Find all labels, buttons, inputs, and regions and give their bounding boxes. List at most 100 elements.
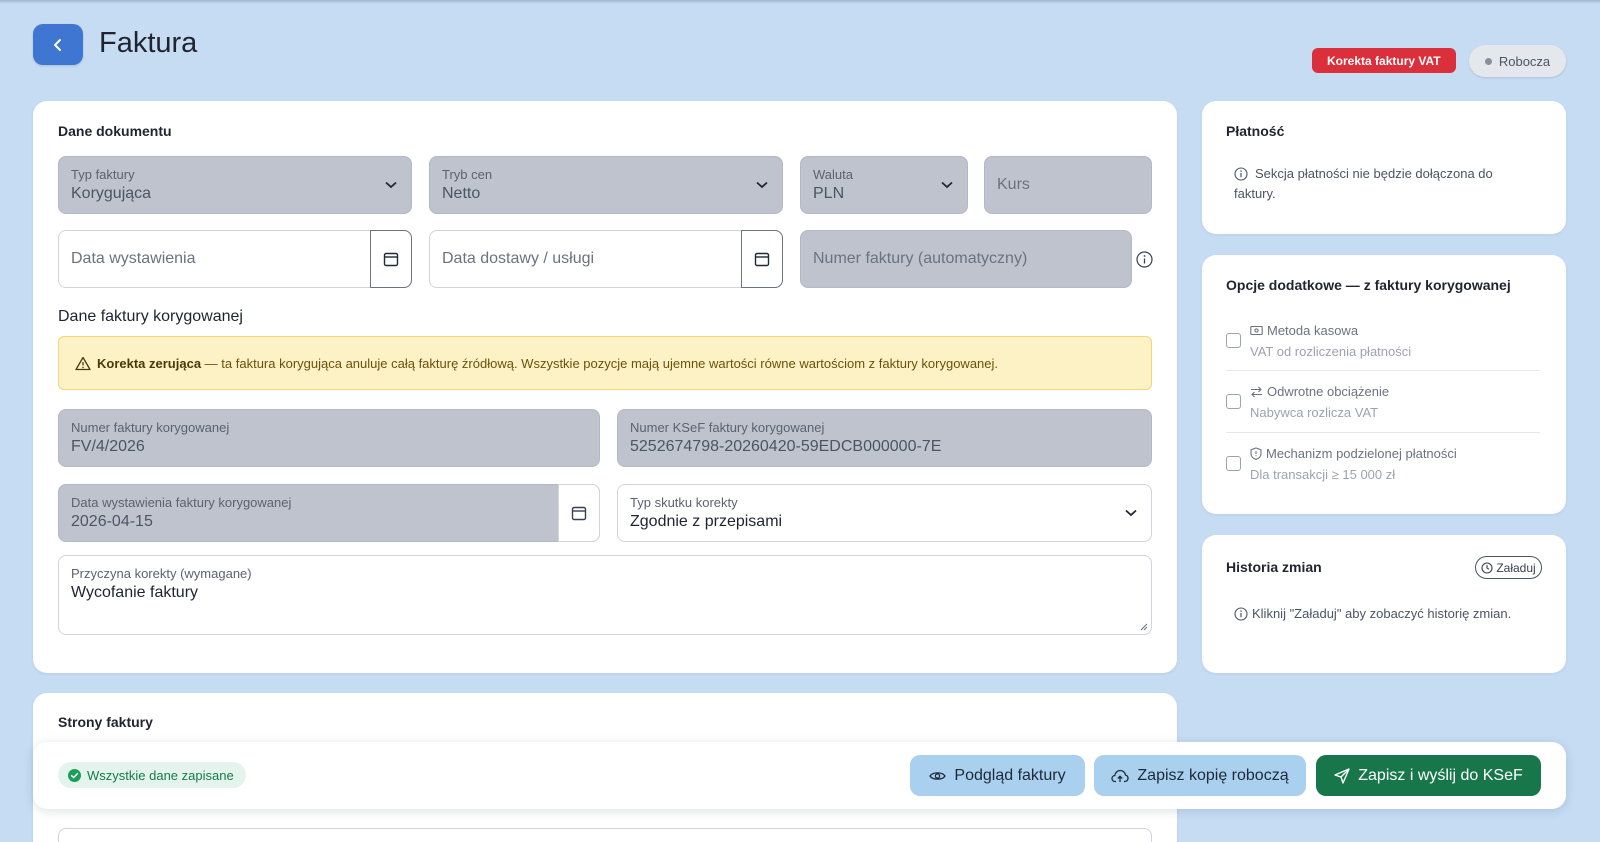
save-draft-button[interactable]: Zapisz kopię roboczą [1094, 755, 1306, 796]
split-payment-label: Mechanizm podzielonej płatności [1266, 446, 1457, 461]
corrected-number-input: Numer faktury korygowanej FV/4/2026 [58, 409, 600, 467]
options-title: Opcje dodatkowe — z faktury korygowanej [1226, 277, 1511, 293]
parties-section-title: Strony faktury [58, 714, 153, 730]
parties-field-edge [58, 828, 1152, 842]
correction-reason-value: Wycofanie faktury [71, 584, 199, 601]
option-split-payment[interactable]: Mechanizm podzielonej płatności Dla tran… [1226, 446, 1514, 488]
corrected-issue-date-label: Data wystawienia faktury korygowanej [71, 495, 292, 510]
cash-method-checkbox[interactable] [1226, 333, 1241, 348]
chevron-down-icon [1125, 509, 1137, 517]
cloud-upload-icon [1111, 769, 1130, 782]
calendar-icon [383, 252, 399, 267]
zeroing-correction-warning: Korekta zerująca — ta faktura korygująca… [58, 336, 1152, 390]
cash-method-title: Metoda kasowa [1250, 323, 1358, 338]
corrected-ksef-input: Numer KSeF faktury korygowanej 525267479… [617, 409, 1152, 467]
corrected-issue-date-calendar-button[interactable] [558, 484, 600, 542]
calendar-icon [754, 252, 770, 267]
history-load-label: Załaduj [1496, 560, 1536, 575]
split-payment-checkbox[interactable] [1226, 456, 1241, 471]
status-badge: Robocza [1469, 45, 1566, 77]
correction-effect-label: Typ skutku korekty [630, 495, 738, 510]
save-and-send-label: Zapisz i wyślij do KSeF [1358, 766, 1523, 784]
check-circle-icon [68, 768, 81, 782]
save-status-pill: Wszystkie dane zapisane [58, 762, 246, 788]
warning-bold: Korekta zerująca [97, 355, 202, 371]
swap-arrows-icon [1251, 386, 1262, 397]
corrected-issue-date-value: 2026-04-15 [71, 513, 153, 530]
cash-method-desc: VAT od rozliczenia płatności [1250, 344, 1412, 359]
payment-title: Płatność [1226, 123, 1285, 139]
chevron-down-icon [756, 181, 768, 189]
clock-icon [1481, 561, 1493, 574]
options-divider [1226, 432, 1540, 433]
correction-reason-textarea[interactable]: Przyczyna korekty (wymagane) Wycofanie f… [58, 555, 1152, 635]
correction-reason-label: Przyczyna korekty (wymagane) [71, 566, 252, 581]
invoice-number-input: Numer faktury (automatyczny) [800, 230, 1132, 288]
history-load-button[interactable]: Załaduj [1475, 556, 1542, 579]
currency-value: PLN [813, 185, 845, 202]
eye-icon [929, 771, 947, 780]
payment-info-text: Sekcja płatności nie będzie dołączona do… [1234, 166, 1493, 201]
corrected-issue-date-input: Data wystawienia faktury korygowanej 202… [58, 484, 600, 542]
issue-date-placeholder: Data wystawienia [71, 250, 196, 267]
top-shade [0, 0, 1600, 4]
cash-icon [1250, 325, 1263, 336]
info-icon[interactable] [1136, 251, 1153, 268]
corrected-ksef-value: 5252674798-20260420-59EDCB000000-7E [630, 438, 942, 455]
price-mode-value: Netto [442, 185, 481, 202]
rate-placeholder: Kurs [997, 176, 1030, 193]
warning-icon [75, 356, 91, 370]
price-mode-label: Tryb cen [442, 167, 493, 182]
preview-invoice-button[interactable]: Podgląd faktury [910, 755, 1085, 796]
chevron-down-icon [941, 181, 953, 189]
rate-input[interactable]: Kurs [984, 156, 1152, 214]
back-button[interactable] [33, 24, 83, 65]
correction-effect-value: Zgodnie z przepisami [630, 513, 783, 530]
delivery-date-placeholder: Data dostawy / usługi [442, 250, 595, 267]
corrected-number-label: Numer faktury korygowanej [71, 420, 230, 435]
preview-invoice-label: Podgląd faktury [954, 766, 1066, 784]
reverse-charge-checkbox[interactable] [1226, 394, 1241, 409]
document-section-title: Dane dokumentu [58, 123, 172, 139]
option-reverse-charge[interactable]: Odwrotne obciążenie Nabywca rozlicza VAT [1226, 384, 1514, 426]
warning-text: Korekta zerująca — ta faktura korygująca… [97, 356, 998, 371]
delivery-date-calendar-button[interactable] [741, 230, 783, 288]
invoice-type-select[interactable]: Typ faktury Korygująca [58, 156, 412, 214]
invoice-type-value: Korygująca [71, 185, 152, 202]
cash-method-label: Metoda kasowa [1267, 323, 1359, 338]
calendar-icon [571, 506, 587, 521]
invoice-number-placeholder: Numer faktury (automatyczny) [813, 250, 1028, 267]
save-and-send-button[interactable]: Zapisz i wyślij do KSeF [1316, 755, 1541, 796]
corrected-section-title: Dane faktury korygowanej [58, 308, 243, 325]
split-payment-desc: Dla transakcji ≥ 15 000 zł [1250, 467, 1396, 482]
options-divider [1226, 370, 1540, 371]
save-status-label: Wszystkie dane zapisane [87, 767, 234, 783]
send-icon [1334, 767, 1350, 784]
option-cash-method[interactable]: Metoda kasowa VAT od rozliczenia płatnoś… [1226, 323, 1514, 365]
status-dot-icon [1484, 57, 1492, 65]
correction-badge: Korekta faktury VAT [1312, 48, 1456, 73]
status-badge-label: Robocza [1498, 53, 1551, 69]
reverse-charge-label: Odwrotne obciążenie [1267, 384, 1390, 399]
corrected-ksef-label: Numer KSeF faktury korygowanej [630, 420, 825, 435]
chevron-left-icon [54, 38, 61, 51]
correction-effect-select[interactable]: Typ skutku korekty Zgodnie z przepisami [617, 484, 1152, 542]
reverse-charge-title: Odwrotne obciążenie [1250, 384, 1389, 399]
issue-date-input[interactable]: Data wystawienia [58, 230, 412, 288]
shield-icon [1250, 447, 1262, 460]
save-draft-label: Zapisz kopię roboczą [1137, 766, 1289, 784]
page-title: Faktura [99, 27, 198, 59]
chevron-down-icon [385, 181, 397, 189]
history-title: Historia zmian [1226, 559, 1322, 575]
warning-body: — ta faktura korygująca anuluje całą fak… [201, 355, 999, 371]
corrected-number-value: FV/4/2026 [71, 438, 145, 455]
invoice-type-label: Typ faktury [71, 167, 135, 182]
history-info-text: Kliknij "Załaduj" aby zobaczyć historię … [1252, 606, 1512, 621]
delivery-date-input[interactable]: Data dostawy / usługi [429, 230, 783, 288]
split-payment-title: Mechanizm podzielonej płatności [1250, 446, 1457, 461]
currency-select[interactable]: Waluta PLN [800, 156, 968, 214]
price-mode-select[interactable]: Tryb cen Netto [429, 156, 783, 214]
issue-date-calendar-button[interactable] [370, 230, 412, 288]
reverse-charge-desc: Nabywca rozlicza VAT [1250, 405, 1379, 420]
resize-handle-icon[interactable] [1140, 623, 1148, 631]
